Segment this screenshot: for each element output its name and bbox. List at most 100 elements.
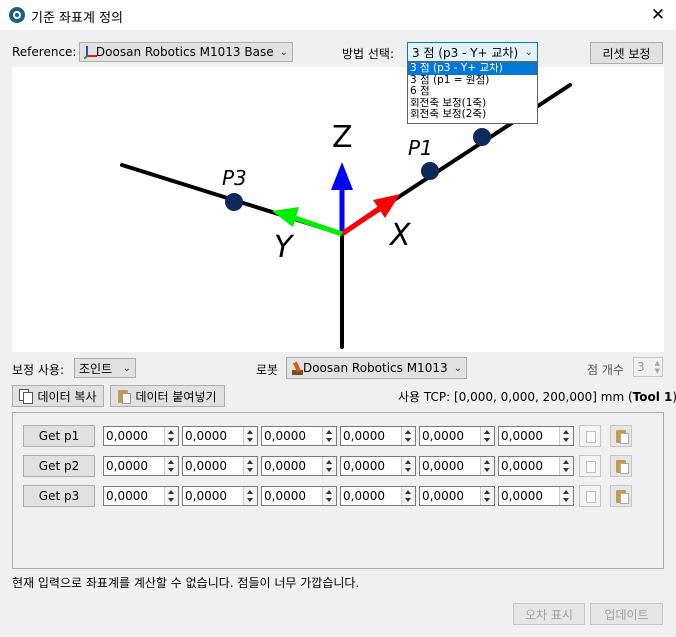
stepper-arrows-icon: ▲ ▼: [654, 359, 660, 375]
calibration-select[interactable]: 조인트 ⌄: [74, 358, 136, 378]
method-option[interactable]: 6 점: [408, 86, 537, 98]
robot-select[interactable]: Doosan Robotics M1013 ⌄: [286, 357, 467, 379]
method-option[interactable]: 회전축 보정(1축): [408, 98, 537, 110]
chevron-down-icon: ⌄: [122, 362, 131, 374]
x-axis: [340, 205, 382, 237]
p2-value-2[interactable]: 0,0000: [182, 456, 258, 476]
method-option[interactable]: 3 점 (p3 - Y+ 교차): [408, 63, 537, 75]
reset-calibration-button[interactable]: 리셋 보정: [590, 42, 663, 64]
p1-value-2[interactable]: 0,0000: [182, 426, 258, 446]
p1-value-3[interactable]: 0,0000: [261, 426, 337, 446]
p2-value-text: 0,0000: [106, 459, 148, 473]
p2-copy-icon[interactable]: [579, 455, 601, 477]
y-arrowhead: [272, 207, 299, 227]
spin-arrows-icon[interactable]: [243, 487, 257, 505]
tcp-prefix: 사용 TCP: [0,000, 0,000, 200,000] mm (: [398, 390, 633, 404]
p1-value-text: 0,0000: [343, 429, 385, 443]
spin-arrows-icon[interactable]: [401, 487, 415, 505]
p3-value-4[interactable]: 0,0000: [340, 486, 416, 506]
spin-arrows-icon[interactable]: [401, 457, 415, 475]
spin-arrows-icon[interactable]: [243, 457, 257, 475]
p2-value-4[interactable]: 0,0000: [340, 456, 416, 476]
point-count-label: 점 개수: [587, 363, 624, 377]
chevron-down-icon: ⌄: [453, 362, 462, 374]
paste-data-label: 데이터 붙여넣기: [135, 389, 217, 404]
p1-copy-icon[interactable]: [579, 425, 601, 447]
p3-value-6[interactable]: 0,0000: [498, 486, 574, 506]
robot-icon: [291, 361, 303, 375]
reference-label: Reference:: [12, 45, 77, 59]
p3-value-1[interactable]: 0,0000: [103, 486, 179, 506]
tcp-info: 사용 TCP: [0,000, 0,000, 200,000] mm (Tool…: [398, 388, 676, 405]
spin-arrows-icon[interactable]: [243, 427, 257, 445]
spin-arrows-icon[interactable]: [322, 457, 336, 475]
p3-paste-icon[interactable]: [610, 485, 632, 507]
point-p3: [225, 193, 243, 211]
p1-label: P1: [408, 136, 433, 160]
spin-arrows-icon[interactable]: [559, 487, 573, 505]
p1-value-text: 0,0000: [264, 429, 306, 443]
p2-value-1[interactable]: 0,0000: [103, 456, 179, 476]
p2-value-6[interactable]: 0,0000: [498, 456, 574, 476]
paste-data-button[interactable]: 데이터 붙여넣기: [110, 385, 225, 407]
p1-value-text: 0,0000: [501, 429, 543, 443]
robot-value: Doosan Robotics M1013: [302, 361, 448, 375]
p3-value-3[interactable]: 0,0000: [261, 486, 337, 506]
spin-arrows-icon[interactable]: [559, 457, 573, 475]
spin-arrows-icon[interactable]: [164, 457, 178, 475]
p3-value-text: 0,0000: [422, 489, 464, 503]
p2-paste-icon[interactable]: [610, 455, 632, 477]
get-p2-button[interactable]: Get p2: [23, 455, 95, 477]
method-value: 3 점 (p3 - Y+ 교차): [412, 45, 519, 60]
method-select[interactable]: 3 점 (p3 - Y+ 교차) ⌄: [407, 42, 538, 62]
p1-value-6[interactable]: 0,0000: [498, 426, 574, 446]
spin-arrows-icon[interactable]: [164, 487, 178, 505]
spin-arrows-icon[interactable]: [401, 427, 415, 445]
spin-arrows-icon[interactable]: [322, 427, 336, 445]
reference-select[interactable]: Doosan Robotics M1013 Base ⌄: [79, 42, 293, 62]
p1-value-4[interactable]: 0,0000: [340, 426, 416, 446]
p3-value-text: 0,0000: [501, 489, 543, 503]
method-option[interactable]: 3 점 (p1 = 원점): [408, 75, 537, 87]
p3-value-text: 0,0000: [185, 489, 227, 503]
p3-value-text: 0,0000: [343, 489, 385, 503]
status-message: 현재 입력으로 좌표계를 계산할 수 없습니다. 점들이 너무 가깝습니다.: [12, 576, 360, 590]
reference-value: Doosan Robotics M1013 Base: [95, 45, 274, 59]
y-axis: [294, 215, 343, 237]
get-p1-button[interactable]: Get p1: [23, 425, 95, 447]
p1-paste-icon[interactable]: [610, 425, 632, 447]
spin-arrows-icon[interactable]: [480, 487, 494, 505]
p3-copy-icon[interactable]: [579, 485, 601, 507]
spin-arrows-icon[interactable]: [559, 427, 573, 445]
update-button[interactable]: 업데이트: [590, 603, 663, 625]
p2-value-text: 0,0000: [343, 459, 385, 473]
show-error-button[interactable]: 오차 표시: [513, 603, 585, 625]
get-p3-button[interactable]: Get p3: [23, 485, 95, 507]
copy-data-button[interactable]: 데이터 복사: [12, 385, 104, 407]
p1-value-1[interactable]: 0,0000: [103, 426, 179, 446]
p2-value-3[interactable]: 0,0000: [261, 456, 337, 476]
spin-arrows-icon[interactable]: [164, 427, 178, 445]
app-icon: [9, 7, 25, 23]
chevron-down-icon: ⌄: [279, 46, 288, 58]
tcp-suffix: ): [672, 390, 676, 404]
close-button[interactable]: ✕: [640, 0, 676, 30]
method-label: 방법 선택:: [342, 47, 395, 61]
p2-value-text: 0,0000: [185, 459, 227, 473]
copy-icon: [19, 389, 34, 404]
tcp-tool: Tool 1: [632, 390, 673, 404]
p1-value-5[interactable]: 0,0000: [419, 426, 495, 446]
spin-arrows-icon[interactable]: [480, 427, 494, 445]
p3-value-5[interactable]: 0,0000: [419, 486, 495, 506]
spin-arrows-icon[interactable]: [480, 457, 494, 475]
calibration-value: 조인트: [79, 361, 113, 376]
p2-value-5[interactable]: 0,0000: [419, 456, 495, 476]
method-option[interactable]: 회전축 보정(2축): [408, 109, 537, 121]
p3-value-2[interactable]: 0,0000: [182, 486, 258, 506]
p2-value-text: 0,0000: [422, 459, 464, 473]
point-count-stepper[interactable]: 3 ▲ ▼: [633, 357, 663, 377]
spin-arrows-icon[interactable]: [322, 487, 336, 505]
diagram-canvas: Z X Y P1 P3: [12, 67, 664, 352]
y-label: Y: [274, 230, 295, 265]
point-p1: [421, 162, 439, 180]
